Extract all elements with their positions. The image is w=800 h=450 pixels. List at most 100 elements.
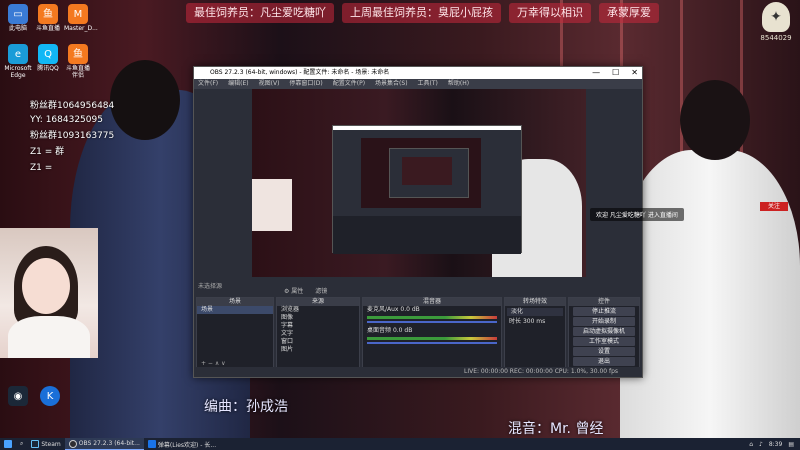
windows-icon (4, 440, 12, 448)
douyu-companion-icon: 鱼 (68, 44, 88, 64)
maximize-button[interactable]: ☐ (612, 67, 619, 79)
obs-statusbar: LIVE: 00:00:00 REC: 00:00:00 CPU: 1.0%, … (194, 367, 642, 377)
source-item[interactable]: 文字 (277, 330, 359, 338)
nested-obs-1 (332, 125, 522, 254)
mic-label: 麦克风/Aux (367, 306, 399, 313)
close-button[interactable]: ✕ (631, 67, 638, 79)
master-icon: M (68, 4, 88, 24)
scenes-dock: 场景 场景 + − ∧ ∨ (196, 297, 274, 369)
notification-icon[interactable]: ▤ (788, 441, 794, 448)
mixer-dock: 混音器 麦克风/Aux 0.0 dB 桌面音频 0.0 dB (362, 297, 502, 369)
nested-preview-2 (402, 157, 452, 185)
menu-edit[interactable]: 编辑(E) (228, 79, 248, 89)
taskbar-item-obs[interactable]: OBS 27.2.3 (64-bit... (64, 438, 144, 450)
obs-menubar: 文件(F) 编辑(E) 视图(V) 停靠窗口(D) 配置文件(P) 场景集合(S… (194, 79, 642, 89)
follow-tag[interactable]: 关注 (760, 202, 788, 211)
scene-item[interactable]: 场景 (197, 306, 273, 314)
menu-scene-collection[interactable]: 场景集合(S) (375, 79, 408, 89)
controls-dock-title: 控件 (569, 298, 639, 306)
taskbar-label: OBS 27.2.3 (64-bit... (78, 440, 140, 447)
browser-icon (147, 440, 156, 448)
yy-line: YY: 1684325095 (30, 115, 103, 125)
desktop-fader[interactable] (367, 342, 497, 344)
taskbar: ⌕ Steam OBS 27.2.3 (64-bit... 弹幕(Lies欢迎)… (0, 438, 800, 450)
webcam-body (8, 316, 90, 358)
menu-help[interactable]: 帮助(H) (448, 79, 469, 89)
filters-button[interactable]: 滤镜 (315, 286, 327, 295)
mic-fader[interactable] (367, 321, 497, 323)
desktop-icon-this-pc[interactable]: ▭ 此电脑 (4, 4, 32, 32)
desktop-icon-douyu[interactable]: 鱼 斗鱼直播 (34, 4, 62, 32)
mixer-channel-name: 麦克风/Aux 0.0 dB (363, 306, 501, 314)
properties-button[interactable]: ⚙ 属性 (284, 286, 303, 295)
start-recording-button[interactable]: 开始录制 (573, 317, 635, 326)
desktop-icon-douyu-companion[interactable]: 鱼 斗鱼直播伴侣 (64, 44, 92, 79)
desktop-icon-qq[interactable]: Q 腾讯QQ (34, 44, 62, 72)
controls-dock: 控件 停止推流 开始录制 启动虚拟摄像机 工作室模式 设置 退出 (568, 297, 640, 369)
duration-value[interactable]: 300 ms (523, 318, 545, 325)
clock[interactable]: 8:39 (769, 441, 782, 448)
minimize-button[interactable]: — (592, 67, 600, 79)
performer-head (110, 60, 180, 140)
steam-icon: ◉ (8, 386, 28, 406)
duration-label: 时长 (509, 318, 522, 325)
source-item[interactable]: 图像 (277, 314, 359, 322)
douyu-icon: 鱼 (38, 4, 58, 24)
obs-docks: 场景 场景 + − ∧ ∨ 来源 浏览器 图像 字幕 文字 窗口 图片 混音器 … (194, 297, 642, 369)
sources-dock-title: 来源 (277, 298, 359, 306)
room-id: 8544029 (760, 34, 792, 42)
k-app-icon: K (40, 386, 60, 406)
desktop-icon-edge[interactable]: e Microsoft Edge (4, 44, 32, 79)
menu-file[interactable]: 文件(F) (198, 79, 218, 89)
channel-logo: ✦ 8544029 (760, 2, 792, 56)
taskbar-item-steam[interactable]: Steam (27, 438, 64, 450)
chat-welcome-message: 欢迎 凡尘爱吃糖吖 进入直播间 (590, 208, 684, 221)
desktop-icon-master[interactable]: M Master_D... (64, 4, 98, 32)
qq-icon: Q (38, 44, 58, 64)
transition-duration: 时长 300 ms (505, 318, 565, 326)
credit-editor: 编曲：孙成浩 (204, 399, 288, 415)
performer-head (680, 80, 750, 160)
source-item[interactable]: 窗口 (277, 338, 359, 346)
obs-window[interactable]: OBS 27.2.3 (64-bit, windows) - 配置文件: 未命名… (193, 66, 643, 378)
search-taskbar[interactable]: ⌕ (16, 438, 27, 450)
edge-icon: e (8, 44, 28, 64)
source-item[interactable]: 图片 (277, 346, 359, 354)
desktop-audio-db: 0.0 dB (392, 327, 413, 334)
desktop-icon-steam[interactable]: ◉ (4, 386, 32, 407)
menu-tools[interactable]: 工具(T) (418, 79, 438, 89)
system-tray: ⌂ ♪ 8:39 ▤ (749, 441, 800, 448)
menu-profile[interactable]: 配置文件(P) (333, 79, 365, 89)
fish-logo-icon: ✦ (762, 2, 790, 32)
mixer-channel-name: 桌面音频 0.0 dB (363, 327, 501, 335)
preview-webcam (252, 179, 292, 231)
mixer-dock-title: 混音器 (363, 298, 501, 306)
sources-dock: 来源 浏览器 图像 字幕 文字 窗口 图片 (276, 297, 360, 369)
taskbar-label: Steam (41, 440, 61, 448)
source-item[interactable]: 字幕 (277, 322, 359, 330)
obs-preview[interactable] (252, 89, 586, 277)
transition-select[interactable]: 淡化 (507, 308, 563, 316)
desktop-volume-meter (367, 337, 497, 340)
menu-view[interactable]: 视图(V) (259, 79, 280, 89)
studio-mode-button[interactable]: 工作室模式 (573, 337, 635, 346)
obs-titlebar[interactable]: OBS 27.2.3 (64-bit, windows) - 配置文件: 未命名… (194, 67, 642, 79)
transitions-dock-title: 转场特效 (505, 298, 565, 306)
source-toolbar: ⚙ 属性 滤镜 (284, 286, 327, 295)
steam-icon (31, 440, 40, 448)
desktop-icon-k[interactable]: K (36, 386, 64, 407)
virtual-camera-button[interactable]: 启动虚拟摄像机 (573, 327, 635, 336)
menu-docks[interactable]: 停靠窗口(D) (289, 79, 322, 89)
banner-motto-2: 承蒙厚爱 (599, 3, 659, 23)
taskbar-item-danmaku[interactable]: 弹幕(Lies欢迎) - 长... (144, 438, 220, 450)
fan-group-line: 粉丝群1064956484 (30, 101, 115, 111)
performer-right (620, 150, 800, 438)
source-item[interactable]: 浏览器 (277, 306, 359, 314)
transitions-dock: 转场特效 淡化 时长 300 ms (504, 297, 566, 369)
volume-icon[interactable]: ♪ (759, 441, 763, 448)
stop-streaming-button[interactable]: 停止推流 (573, 307, 635, 316)
settings-button[interactable]: 设置 (573, 347, 635, 356)
start-button[interactable] (0, 438, 16, 450)
exit-button[interactable]: 退出 (573, 357, 635, 366)
network-icon[interactable]: ⌂ (749, 441, 753, 448)
